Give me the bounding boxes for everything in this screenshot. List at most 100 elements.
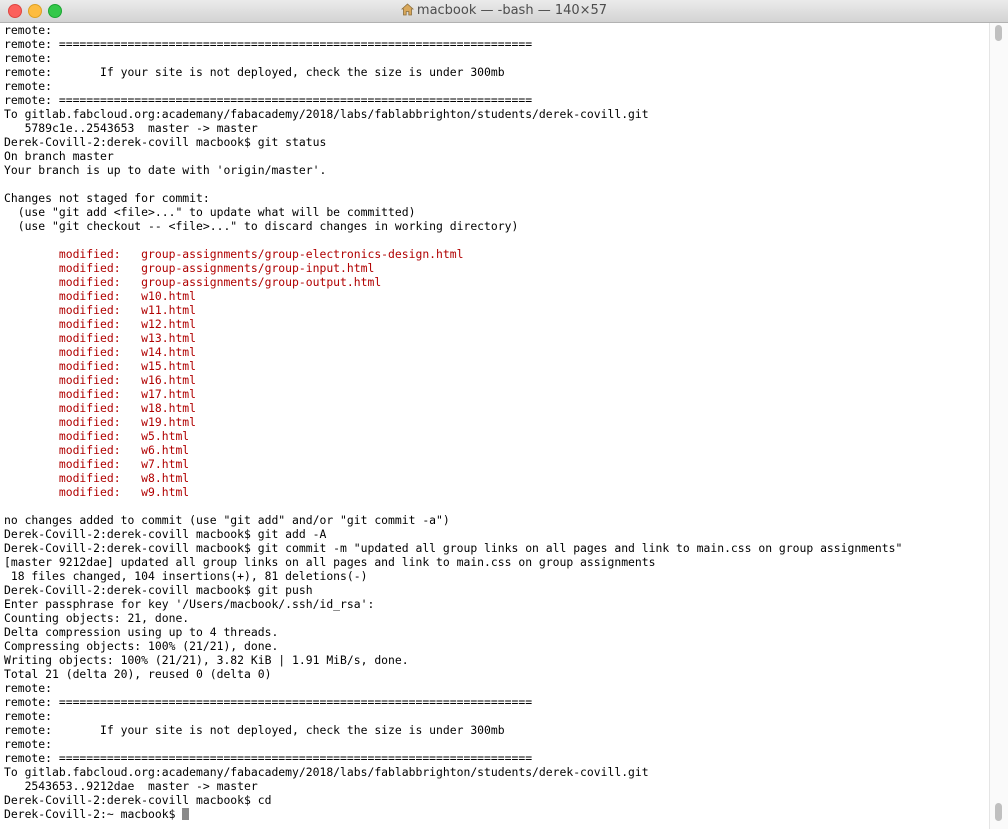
terminal-line-text: Your branch is up to date with 'origin/m… [4,163,327,177]
terminal-line-text: no changes added to commit (use "git add… [4,513,450,527]
terminal-line-text: Counting objects: 21, done. [4,611,190,625]
terminal-line-text: remote: ================================… [4,751,533,765]
terminal-line: Writing objects: 100% (21/21), 3.82 KiB … [4,653,988,667]
terminal-line-text: modified: w5.html [4,429,190,443]
terminal-line: modified: w18.html [4,401,988,415]
terminal-line-text: modified: w18.html [4,401,197,415]
terminal-line: remote: [4,681,988,695]
terminal-line: modified: w15.html [4,359,988,373]
terminal-line-text: remote: ================================… [4,93,533,107]
terminal-line-text: Derek-Covill-2:derek-covill macbook$ git… [4,527,327,541]
terminal-line-text: Changes not staged for commit: [4,191,210,205]
terminal-line: remote: [4,23,988,37]
terminal-line-text: modified: w14.html [4,345,197,359]
terminal-line: Derek-Covill-2:~ macbook$ [4,807,988,821]
terminal-line-text: [master 9212dae] updated all group links… [4,555,656,569]
terminal-line-text: (use "git add <file>..." to update what … [4,205,416,219]
terminal-line: [master 9212dae] updated all group links… [4,555,988,569]
terminal-line: modified: w7.html [4,457,988,471]
terminal-line: modified: group-assignments/group-electr… [4,247,988,261]
vertical-scrollbar[interactable] [989,23,1008,829]
terminal-line: Counting objects: 21, done. [4,611,988,625]
terminal-line: remote: ================================… [4,37,988,51]
terminal-line: On branch master [4,149,988,163]
terminal-line-text: modified: w17.html [4,387,197,401]
terminal-line: Compressing objects: 100% (21/21), done. [4,639,988,653]
terminal-output[interactable]: remote: remote: =========================… [0,23,988,829]
window-title: macbook — -bash — 140×57 [416,3,608,18]
terminal-line: remote: [4,737,988,751]
terminal-line: 5789c1e..2543653 master -> master [4,121,988,135]
terminal-line-text: remote: ================================… [4,37,533,51]
scrollbar-thumb[interactable] [995,803,1002,821]
terminal-line-text: 18 files changed, 104 insertions(+), 81 … [4,569,368,583]
terminal-line: Derek-Covill-2:derek-covill macbook$ git… [4,527,988,541]
terminal-line: Changes not staged for commit: [4,191,988,205]
terminal-line-text: remote: [4,681,53,695]
terminal-line-text: modified: w19.html [4,415,197,429]
terminal-line-text: remote: [4,709,53,723]
terminal-line-text: Writing objects: 100% (21/21), 3.82 KiB … [4,653,409,667]
terminal-line: remote: ================================… [4,695,988,709]
terminal-line: To gitlab.fabcloud.org:academany/fabacad… [4,765,988,779]
scrollbar-top-thumb[interactable] [995,25,1002,41]
terminal-line-text: 5789c1e..2543653 master -> master [4,121,258,135]
text-cursor [182,808,190,820]
terminal-line: Total 21 (delta 20), reused 0 (delta 0) [4,667,988,681]
terminal-line: modified: w14.html [4,345,988,359]
terminal-line-text: modified: w6.html [4,443,190,457]
terminal-line-text: remote: ================================… [4,695,533,709]
terminal-window: macbook — -bash — 140×57 remote: remote: … [0,0,1008,829]
terminal-line: 18 files changed, 104 insertions(+), 81 … [4,569,988,583]
terminal-line-text: To gitlab.fabcloud.org:academany/fabacad… [4,107,649,121]
terminal-line-text: remote: If your site is not deployed, ch… [4,723,505,737]
terminal-line-text: remote: If your site is not deployed, ch… [4,65,505,79]
terminal-line: Enter passphrase for key '/Users/macbook… [4,597,988,611]
window-title-container: macbook — -bash — 140×57 [0,3,1008,18]
terminal-line-text: Derek-Covill-2:~ macbook$ [4,807,183,821]
terminal-line: Derek-Covill-2:derek-covill macbook$ git… [4,135,988,149]
terminal-line: Derek-Covill-2:derek-covill macbook$ git… [4,583,988,597]
terminal-line: modified: w6.html [4,443,988,457]
terminal-line-text: modified: w16.html [4,373,197,387]
terminal-line-text: modified: group-assignments/group-input.… [4,261,375,275]
title-bar[interactable]: macbook — -bash — 140×57 [0,0,1008,23]
terminal-line: Delta compression using up to 4 threads. [4,625,988,639]
terminal-line: 2543653..9212dae master -> master [4,779,988,793]
terminal-line-text: On branch master [4,149,114,163]
terminal-line: remote: [4,79,988,93]
terminal-line-text: modified: w13.html [4,331,197,345]
terminal-line: modified: w19.html [4,415,988,429]
terminal-line: To gitlab.fabcloud.org:academany/fabacad… [4,107,988,121]
terminal-line-text: remote: [4,23,53,37]
terminal-line-text: Enter passphrase for key '/Users/macbook… [4,597,375,611]
terminal-line: remote: If your site is not deployed, ch… [4,723,988,737]
terminal-line: remote: If your site is not deployed, ch… [4,65,988,79]
terminal-line-text: Delta compression using up to 4 threads. [4,625,279,639]
terminal-line-text: modified: w8.html [4,471,190,485]
terminal-line-text: modified: group-assignments/group-electr… [4,247,464,261]
terminal-line-text: Total 21 (delta 20), reused 0 (delta 0) [4,667,272,681]
terminal-line-text: To gitlab.fabcloud.org:academany/fabacad… [4,765,649,779]
terminal-line: modified: w5.html [4,429,988,443]
terminal-line: remote: ================================… [4,751,988,765]
terminal-line-text: remote: [4,79,53,93]
terminal-line: modified: w10.html [4,289,988,303]
terminal-line-text: remote: [4,51,53,65]
terminal-line: (use "git add <file>..." to update what … [4,205,988,219]
terminal-line-text: Derek-Covill-2:derek-covill macbook$ git… [4,583,313,597]
terminal-line: remote: [4,51,988,65]
terminal-line-text: modified: group-assignments/group-output… [4,275,382,289]
terminal-line: modified: w8.html [4,471,988,485]
terminal-line: Derek-Covill-2:derek-covill macbook$ cd [4,793,988,807]
terminal-lines: remote: remote: =========================… [0,23,988,821]
terminal-line-text: modified: w12.html [4,317,197,331]
terminal-line-text: remote: [4,737,53,751]
terminal-line: modified: group-assignments/group-output… [4,275,988,289]
terminal-line-text: Derek-Covill-2:derek-covill macbook$ cd [4,793,272,807]
terminal-line: Derek-Covill-2:derek-covill macbook$ git… [4,541,988,555]
terminal-line-text: Derek-Covill-2:derek-covill macbook$ git… [4,541,903,555]
terminal-line-text: 2543653..9212dae master -> master [4,779,258,793]
